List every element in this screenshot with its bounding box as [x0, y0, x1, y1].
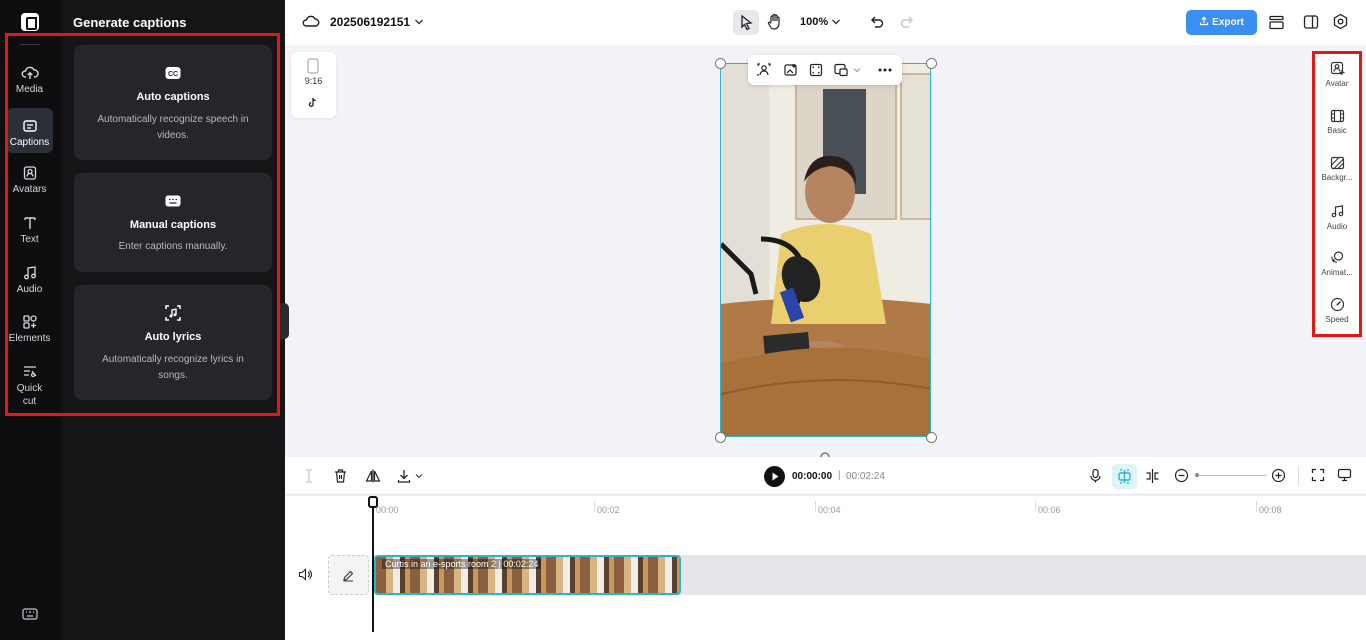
download-icon[interactable] [396, 468, 412, 484]
tick-line [1035, 501, 1036, 512]
magnet-snap-button[interactable] [1112, 464, 1137, 489]
zoom-in-icon[interactable] [1271, 468, 1286, 483]
more-options-icon[interactable] [878, 68, 892, 72]
panel-toggle-icon[interactable] [1303, 14, 1319, 30]
panel-collapse-handle[interactable] [280, 303, 289, 339]
timeline-zoom-thumb[interactable] [1195, 473, 1199, 477]
undo-icon[interactable] [869, 14, 885, 30]
app-logo[interactable] [21, 13, 39, 31]
tick-label: 00:04 [818, 505, 841, 515]
top-bar: 202506192151 100% Export [285, 0, 1366, 45]
aspect-ratio-label: 9:16 [304, 76, 323, 86]
split-cursor-icon[interactable] [304, 468, 314, 484]
layers-icon[interactable] [1268, 14, 1285, 31]
resize-handle-top-right[interactable] [926, 58, 937, 69]
flip-icon[interactable] [365, 468, 381, 484]
microphone-icon[interactable] [1089, 468, 1102, 484]
chevron-down-icon[interactable] [853, 67, 861, 73]
monitor-icon[interactable] [1337, 468, 1352, 482]
element-floating-toolbar [748, 55, 902, 85]
redo-icon[interactable] [899, 14, 915, 30]
split-icon[interactable] [1145, 468, 1160, 484]
timeline-zoom-slider[interactable] [1196, 475, 1266, 476]
resize-handle-bottom-left[interactable] [715, 432, 726, 443]
highlight-box-right [1312, 51, 1362, 337]
playhead-handle[interactable] [368, 496, 378, 508]
export-button[interactable]: Export [1186, 10, 1257, 35]
playhead-line[interactable] [372, 500, 374, 632]
rotate-handle-icon[interactable] [818, 449, 832, 457]
video-clip[interactable]: Curtis in an e-sports room 2 | 00:02:24 [374, 555, 681, 595]
export-label: Export [1212, 17, 1244, 28]
upload-icon [1200, 16, 1209, 26]
pencil-icon [343, 570, 354, 582]
zoom-chevron-icon[interactable] [831, 18, 841, 26]
keyboard-shortcuts-icon[interactable] [22, 607, 38, 621]
clip-label: Curtis in an e-sports room 2 | 00:02:24 [382, 559, 542, 569]
video-frame-image [721, 64, 930, 436]
chevron-down-icon[interactable] [414, 18, 424, 26]
cursor-icon [741, 14, 753, 31]
tick-line [1256, 501, 1257, 512]
gear-icon[interactable] [1332, 13, 1349, 30]
resize-handle-bottom-right[interactable] [926, 432, 937, 443]
tiktok-icon [308, 97, 316, 107]
aspect-ratio-selector[interactable]: 9:16 [291, 52, 336, 118]
tick-line [594, 501, 595, 512]
toolbar-divider [1298, 466, 1299, 486]
highlight-box-left [5, 33, 280, 416]
tick-label: 00:06 [1038, 505, 1061, 515]
tick-label: 00:08 [1259, 505, 1282, 515]
crop-icon[interactable] [809, 63, 823, 77]
hand-icon[interactable] [766, 12, 784, 32]
time-separator: | [838, 470, 841, 481]
snap-icon [1118, 469, 1131, 484]
add-image-icon[interactable] [784, 63, 798, 77]
panel-title: Generate captions [73, 15, 187, 30]
track-edit-button[interactable] [328, 555, 369, 595]
play-icon [772, 472, 779, 481]
zoom-level[interactable]: 100% [800, 16, 828, 28]
total-duration: 00:02:24 [846, 471, 885, 482]
zoom-out-icon[interactable] [1174, 468, 1189, 483]
tick-label: 00:02 [597, 505, 620, 515]
volume-icon[interactable] [298, 568, 312, 581]
replace-media-icon[interactable] [834, 63, 848, 77]
tick-label: 00:00 [376, 505, 399, 515]
project-name[interactable]: 202506192151 [330, 15, 410, 29]
resize-handle-top-left[interactable] [715, 58, 726, 69]
video-preview-frame[interactable] [720, 63, 931, 437]
play-button[interactable] [764, 466, 785, 487]
tick-line [815, 501, 816, 512]
phone-icon [307, 58, 319, 74]
timeline-toolbar: 00:00:00 | 00:02:24 [285, 457, 1366, 495]
delete-icon[interactable] [333, 468, 348, 484]
current-time: 00:00:00 [792, 471, 833, 482]
download-chevron-icon[interactable] [415, 473, 423, 479]
remove-background-icon[interactable] [757, 63, 771, 77]
cloud-icon[interactable] [302, 13, 320, 29]
fullscreen-icon[interactable] [1311, 468, 1325, 482]
select-tool-button[interactable] [733, 10, 759, 35]
